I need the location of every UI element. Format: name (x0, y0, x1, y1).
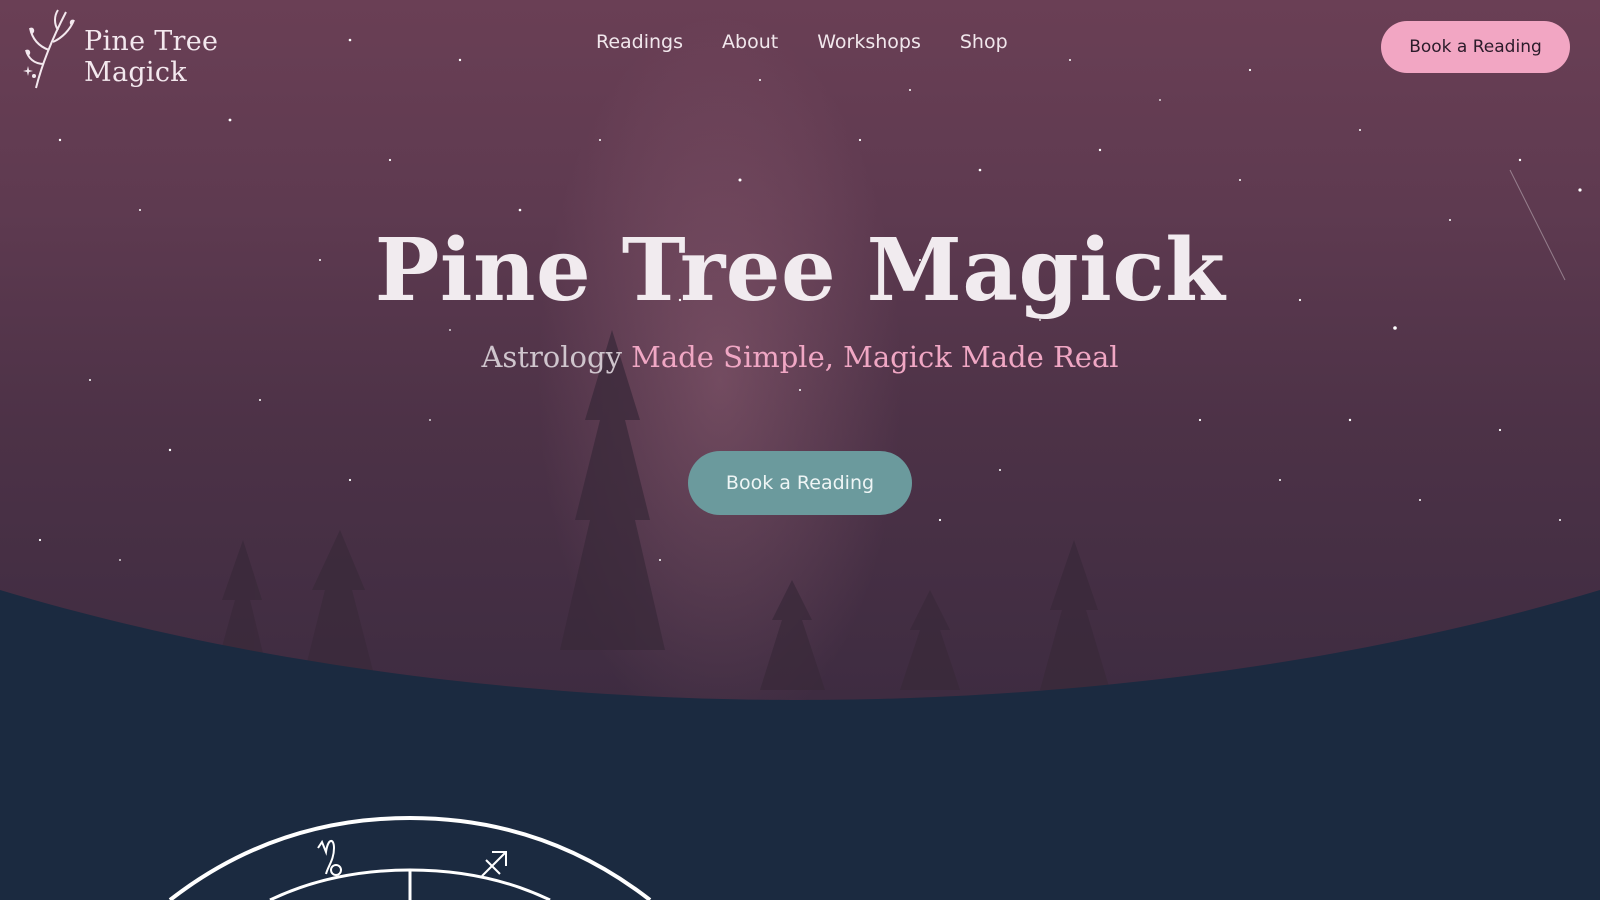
nav-item-about[interactable]: About (722, 31, 778, 53)
brand-logo[interactable]: Pine Tree Magick (22, 4, 292, 90)
nav-item-readings[interactable]: Readings (596, 31, 683, 53)
botanical-sprig-icon (23, 9, 75, 89)
hero-subtitle-plain: Astrology (481, 340, 622, 374)
sagittarius-glyph-icon (481, 851, 507, 877)
nav-item-shop[interactable]: Shop (960, 31, 1008, 53)
header-book-reading-button[interactable]: Book a Reading (1381, 21, 1570, 73)
section-divider-curve (0, 590, 1600, 710)
nav-item-workshops[interactable]: Workshops (817, 31, 921, 53)
hero-subtitle: Astrology Made Simple, Magick Made Real (0, 340, 1600, 374)
capricorn-glyph-icon (317, 839, 342, 876)
hero-subtitle-accent: Made Simple, Magick Made Real (631, 340, 1119, 374)
hero-book-reading-button[interactable]: Book a Reading (688, 451, 912, 515)
top-navigation: Pine Tree Magick Readings About Workshop… (0, 0, 1600, 92)
zodiac-wheel (168, 815, 652, 900)
brand-name: Pine Tree Magick (84, 26, 219, 88)
hero-title: Pine Tree Magick (374, 220, 1226, 321)
main-nav: Readings About Workshops Shop (596, 31, 1008, 53)
